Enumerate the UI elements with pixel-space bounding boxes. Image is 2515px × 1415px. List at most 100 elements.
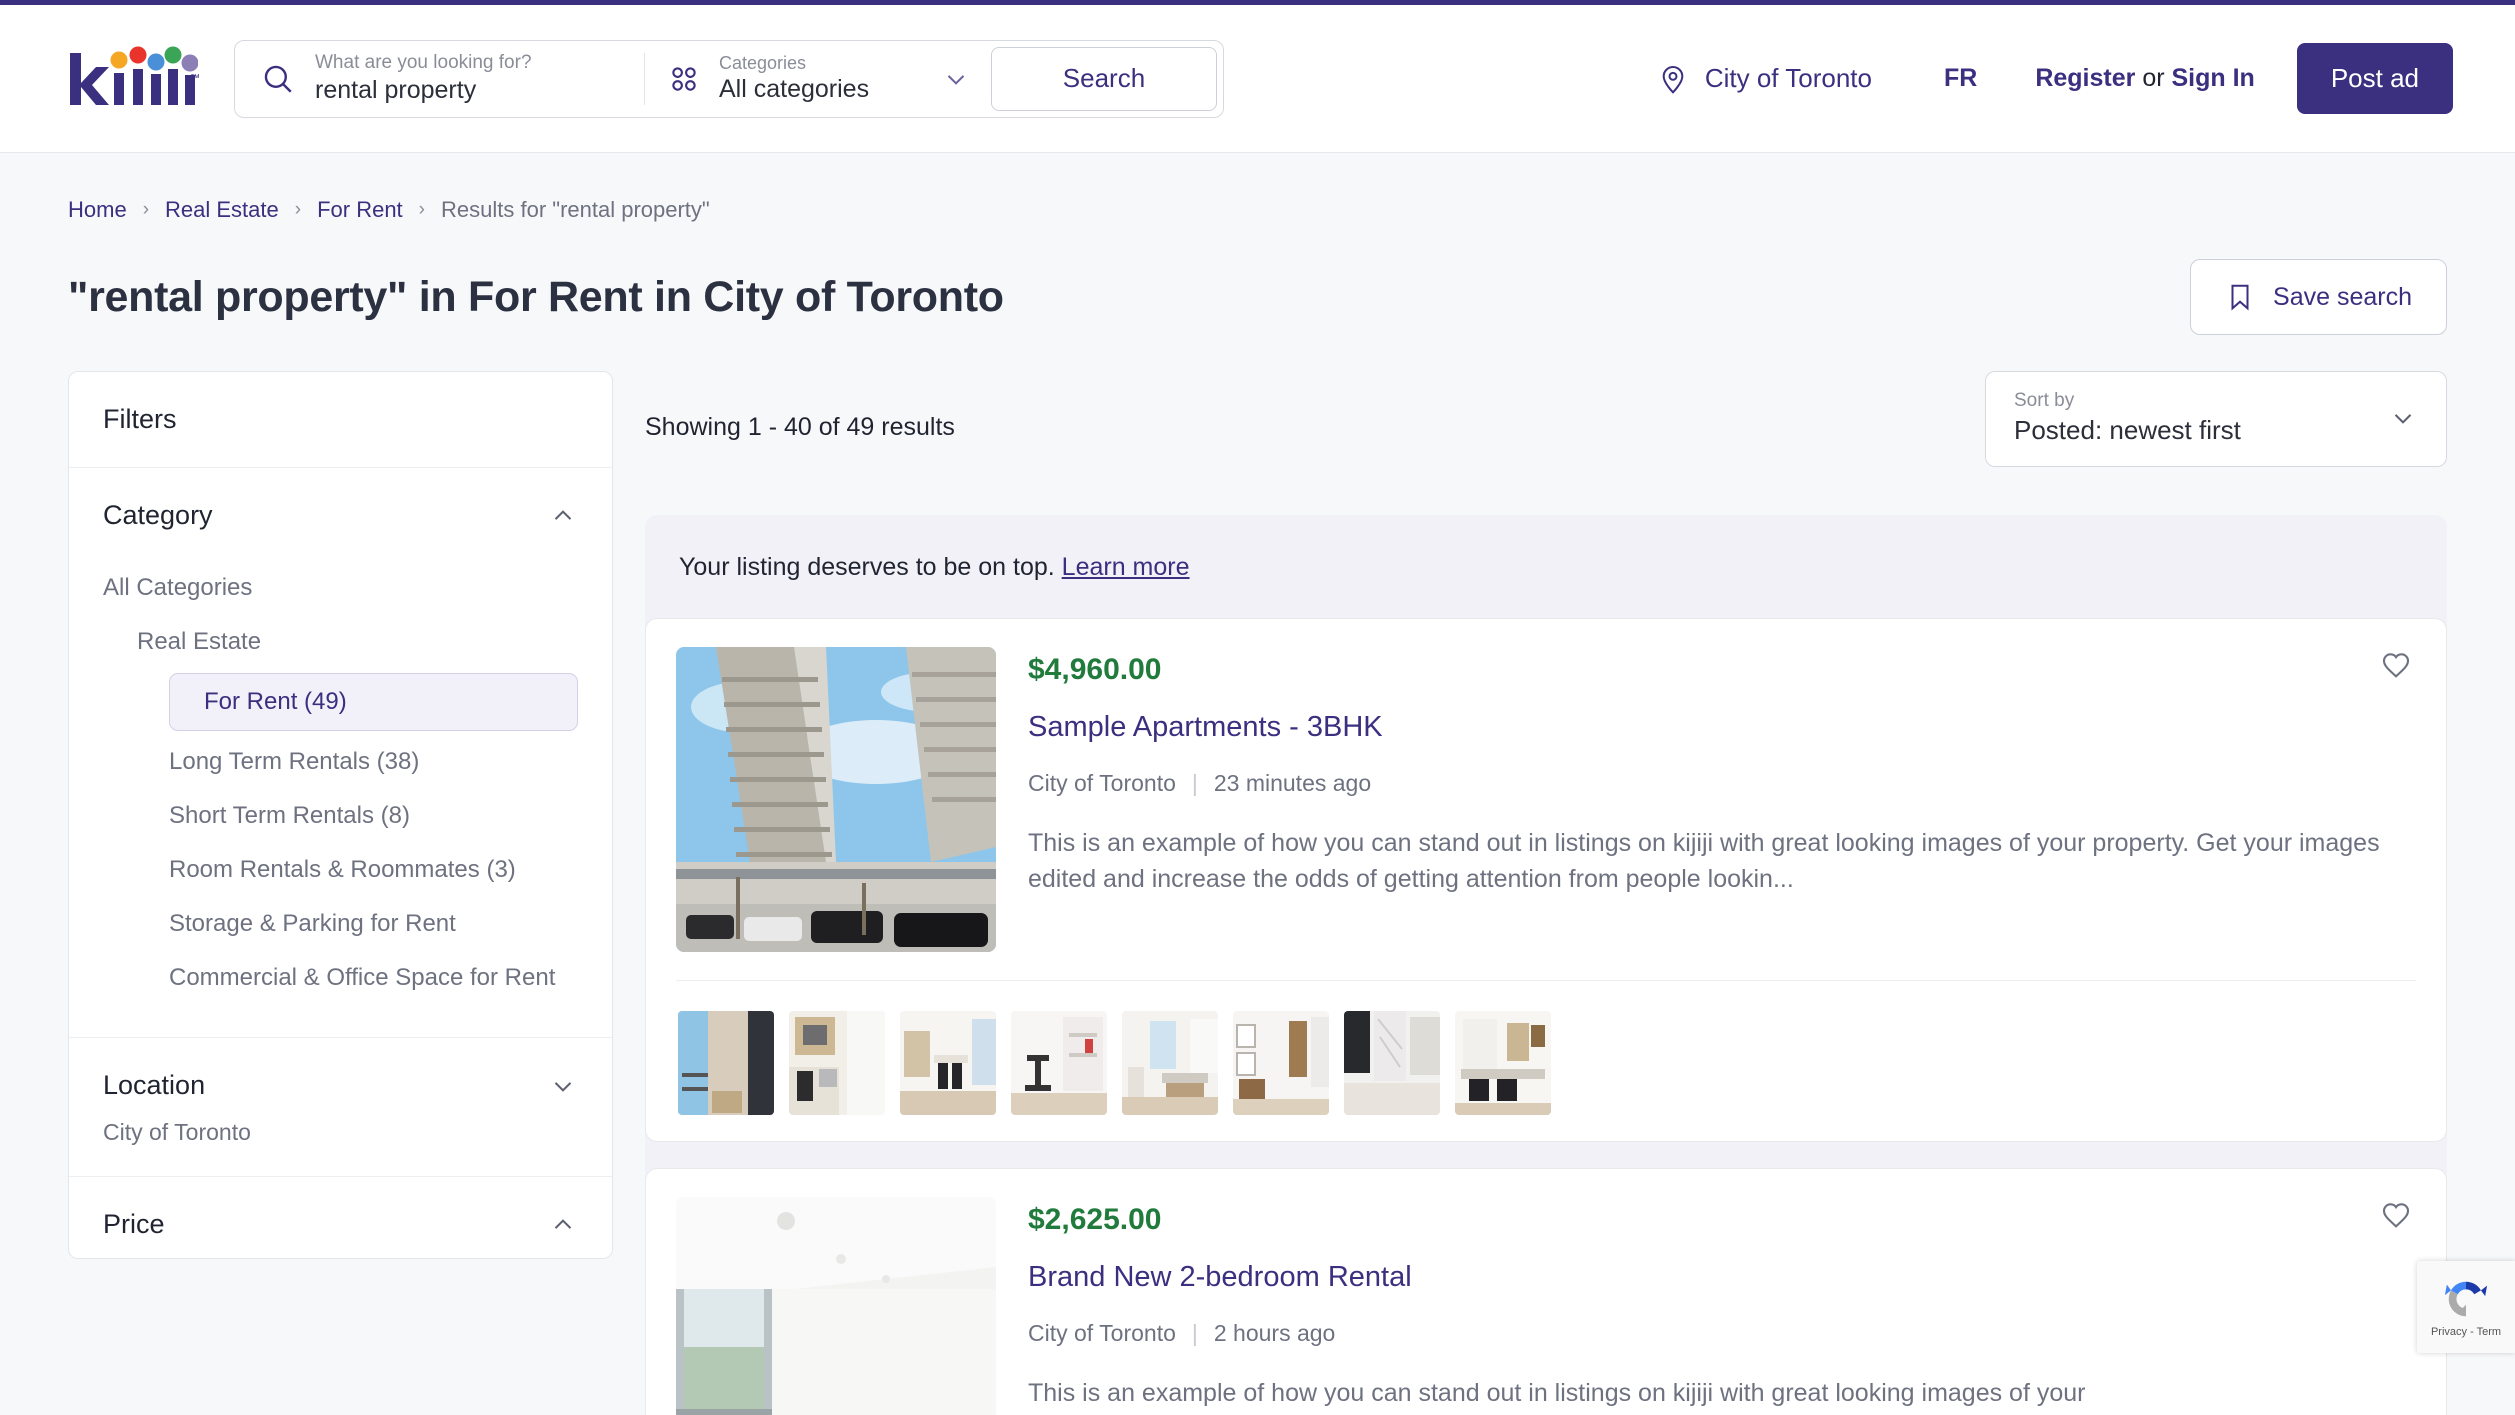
page-title: "rental property" in For Rent in City of…	[68, 273, 1004, 322]
heart-icon[interactable]	[2380, 1199, 2412, 1231]
search-input-area[interactable]: What are you looking for? rental propert…	[235, 41, 644, 117]
save-search-label: Save search	[2273, 283, 2412, 312]
meta-divider: |	[1192, 770, 1198, 797]
category-filter-list: All Categories Real Estate For Rent (49)…	[69, 549, 612, 1037]
gallery-thumbnail[interactable]	[1011, 1011, 1107, 1115]
gallery-thumbnail[interactable]	[1344, 1011, 1440, 1115]
filter-section-price-header[interactable]: Price	[69, 1177, 612, 1258]
results-column: Showing 1 - 40 of 49 results Sort by Pos…	[645, 371, 2447, 1415]
category-item-commercial-office[interactable]: Commercial & Office Space for Rent	[69, 951, 612, 1005]
category-item-room-rentals[interactable]: Room Rentals & Roommates (3)	[69, 843, 612, 897]
auth-links: Register or Sign In	[2035, 64, 2255, 93]
listing-gallery	[676, 980, 2416, 1115]
meta-divider: |	[1192, 1320, 1198, 1347]
chevron-right-icon: ›	[295, 199, 301, 221]
search-button[interactable]: Search	[991, 47, 1217, 111]
save-search-button[interactable]: Save search	[2190, 259, 2447, 335]
listing-price: $4,960.00	[1028, 653, 2416, 687]
category-item-storage-parking[interactable]: Storage & Parking for Rent	[69, 897, 612, 951]
listing-title-link[interactable]: Sample Apartments - 3BHK	[1028, 711, 1383, 744]
search-input[interactable]: rental property	[315, 76, 532, 105]
recaptcha-privacy-terms[interactable]: Privacy - Term	[2431, 1326, 2501, 1338]
gallery-image-dining	[900, 1011, 996, 1115]
filter-section-category-header[interactable]: Category	[69, 468, 612, 549]
listing-description: This is an example of how you can stand …	[1028, 825, 2416, 898]
chevron-down-icon	[548, 1071, 578, 1101]
breadcrumb: Home › Real Estate › For Rent › Results …	[68, 153, 2447, 223]
sort-by-dropdown[interactable]: Sort by Posted: newest first	[1985, 371, 2447, 467]
breadcrumb-item-home[interactable]: Home	[68, 197, 127, 223]
chevron-down-icon	[2388, 403, 2418, 433]
search-bar: What are you looking for? rental propert…	[234, 40, 1224, 118]
chevron-up-icon	[548, 501, 578, 531]
filter-section-price-title: Price	[103, 1209, 165, 1240]
gallery-thumbnail[interactable]	[1455, 1011, 1551, 1115]
breadcrumb-item-for-rent[interactable]: For Rent	[317, 197, 403, 223]
filter-section-location-header[interactable]: Location	[69, 1038, 612, 1119]
bookmark-icon	[2225, 282, 2255, 312]
register-link[interactable]: Register	[2035, 64, 2135, 92]
content-grid: Filters Category All Categories Real Est…	[68, 371, 2447, 1415]
language-toggle[interactable]: FR	[1944, 64, 1977, 93]
gallery-thumbnail[interactable]	[678, 1011, 774, 1115]
listing-price: $2,625.00	[1028, 1203, 2416, 1237]
gallery-image-marble-living	[1344, 1011, 1440, 1115]
search-placeholder-label: What are you looking for?	[315, 52, 532, 74]
recaptcha-badge[interactable]: Privacy - Term	[2417, 1261, 2515, 1353]
filter-section-category: Category All Categories Real Estate For …	[69, 468, 612, 1038]
listing-thumbnail[interactable]	[676, 647, 996, 952]
category-value: All categories	[719, 75, 923, 104]
breadcrumb-item-real-estate[interactable]: Real Estate	[165, 197, 279, 223]
chevron-right-icon: ›	[143, 199, 149, 221]
listing-time: 2 hours ago	[1214, 1320, 1335, 1347]
promo-text-label: Your listing deserves to be on top.	[679, 553, 1055, 581]
category-item-long-term-rentals[interactable]: Long Term Rentals (38)	[69, 735, 612, 789]
heart-icon[interactable]	[2380, 649, 2412, 681]
page-container: Home › Real Estate › For Rent › Results …	[0, 153, 2515, 1415]
listing-details: $2,625.00 Brand New 2-bedroom Rental Cit…	[1028, 1197, 2416, 1415]
listing-title-link[interactable]: Brand New 2-bedroom Rental	[1028, 1261, 1412, 1294]
promo-learn-more-link[interactable]: Learn more	[1062, 553, 1190, 581]
category-selector[interactable]: Categories All categories	[645, 41, 985, 117]
gallery-thumbnail[interactable]	[900, 1011, 996, 1115]
promoted-listings-panel: Your listing deserves to be on top. Lear…	[645, 515, 2447, 1415]
listing-time: 23 minutes ago	[1214, 770, 1371, 797]
filters-heading: Filters	[69, 372, 612, 468]
category-item-all[interactable]: All Categories	[69, 561, 612, 615]
category-item-for-rent[interactable]: For Rent (49)	[169, 673, 578, 731]
listing-card[interactable]: $2,625.00 Brand New 2-bedroom Rental Cit…	[645, 1168, 2447, 1415]
auth-or: or	[2135, 64, 2171, 92]
listing-image-bedroom	[676, 1197, 996, 1415]
category-item-real-estate[interactable]: Real Estate	[69, 615, 612, 669]
gallery-thumbnail[interactable]	[1233, 1011, 1329, 1115]
gallery-image-balcony	[678, 1011, 774, 1115]
trademark-mark: ™	[190, 73, 200, 84]
listing-location: City of Toronto	[1028, 1320, 1176, 1347]
filters-sidebar: Filters Category All Categories Real Est…	[68, 371, 613, 1259]
listing-thumbnail[interactable]	[676, 1197, 996, 1415]
grid-dots-icon	[667, 62, 701, 96]
location-pin-icon	[1657, 63, 1689, 95]
kijiji-logo[interactable]: ™	[68, 43, 198, 115]
kijiji-logo-svg	[68, 43, 198, 115]
gallery-image-kitchen-1	[789, 1011, 885, 1115]
page-title-row: "rental property" in For Rent in City of…	[68, 259, 2447, 335]
recaptcha-icon	[2443, 1276, 2489, 1322]
gallery-image-island-kitchen	[1122, 1011, 1218, 1115]
post-ad-button[interactable]: Post ad	[2297, 43, 2453, 114]
site-header: ™ What are you looking for? rental prope…	[0, 5, 2515, 153]
signin-link[interactable]: Sign In	[2172, 64, 2255, 92]
gallery-thumbnail[interactable]	[789, 1011, 885, 1115]
results-header: Showing 1 - 40 of 49 results Sort by Pos…	[645, 371, 2447, 467]
listing-location: City of Toronto	[1028, 770, 1176, 797]
listing-card[interactable]: $4,960.00 Sample Apartments - 3BHK City …	[645, 618, 2447, 1142]
gallery-thumbnail[interactable]	[1122, 1011, 1218, 1115]
gallery-image-office	[1011, 1011, 1107, 1115]
filter-section-location-title: Location	[103, 1070, 205, 1101]
chevron-up-icon	[548, 1210, 578, 1240]
listing-meta: City of Toronto | 2 hours ago	[1028, 1320, 2416, 1347]
gallery-image-bar-stools	[1455, 1011, 1551, 1115]
location-selector[interactable]: City of Toronto	[1657, 63, 1872, 95]
category-item-short-term-rentals[interactable]: Short Term Rentals (8)	[69, 789, 612, 843]
location-value: City of Toronto	[1705, 63, 1872, 94]
